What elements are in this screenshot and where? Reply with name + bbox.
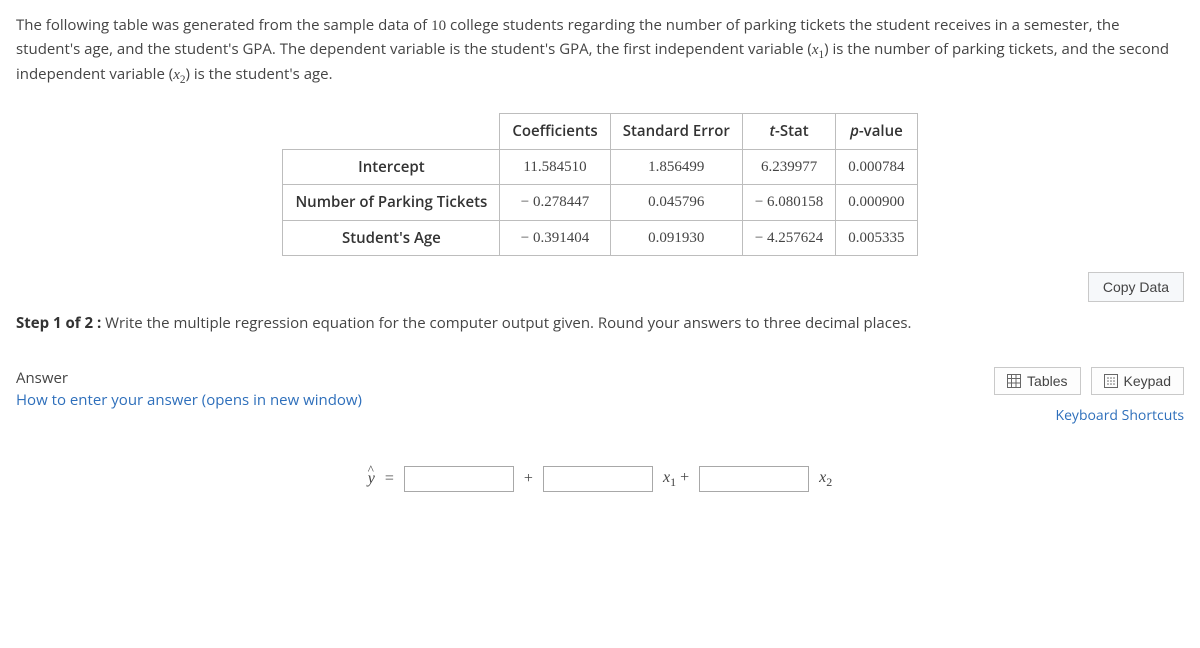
cell-coef: 11.584510 <box>500 149 610 185</box>
row-label-tickets: Number of Parking Tickets <box>283 185 500 221</box>
step-instruction: Step 1 of 2 : Write the multiple regress… <box>16 312 1184 335</box>
how-to-enter-link[interactable]: How to enter your answer (opens in new w… <box>16 389 362 412</box>
x1-coefficient-input[interactable] <box>543 466 653 492</box>
copy-data-button[interactable]: Copy Data <box>1088 272 1184 302</box>
keypad-button[interactable]: Keypad <box>1091 367 1184 395</box>
answer-label: Answer <box>16 367 362 390</box>
cell-pvalue: 0.005335 <box>836 220 917 256</box>
x1-term: x1 + <box>663 466 689 491</box>
cell-tstat: − 6.080158 <box>742 185 835 221</box>
cell-coef: − 0.278447 <box>500 185 610 221</box>
problem-statement: The following table was generated from t… <box>16 14 1184 89</box>
y-hat-symbol: ^ y <box>368 467 375 491</box>
cell-se: 1.856499 <box>610 149 742 185</box>
cell-se: 0.091930 <box>610 220 742 256</box>
equals-sign: = <box>385 467 394 491</box>
x2-term: x2 <box>819 466 832 491</box>
plus-sign-1: + <box>524 467 533 491</box>
table-icon <box>1007 374 1021 388</box>
intro-text-a: The following table was generated from t… <box>16 15 431 35</box>
regression-table: Coefficients Standard Error t-Stat p-val… <box>282 113 917 256</box>
x1-var-letter: x <box>812 42 819 58</box>
tables-button[interactable]: Tables <box>994 367 1080 395</box>
col-header-pvalue: p-value <box>836 114 917 150</box>
step-prefix: Step 1 of 2 : <box>16 313 101 333</box>
step-text: Write the multiple regression equation f… <box>101 313 911 333</box>
regression-equation: ^ y = + x1 + x2 <box>16 466 1184 492</box>
keypad-icon <box>1104 374 1118 388</box>
sample-size: 10 <box>431 18 446 34</box>
cell-tstat: − 4.257624 <box>742 220 835 256</box>
cell-pvalue: 0.000900 <box>836 185 917 221</box>
table-corner <box>283 114 500 150</box>
cell-coef: − 0.391404 <box>500 220 610 256</box>
x2-coefficient-input[interactable] <box>699 466 809 492</box>
keyboard-shortcuts-link[interactable]: Keyboard Shortcuts <box>1056 405 1185 426</box>
x2-var-letter: x <box>173 67 180 83</box>
col-header-standard-error: Standard Error <box>610 114 742 150</box>
col-header-tstat: t-Stat <box>742 114 835 150</box>
tables-button-label: Tables <box>1027 373 1067 389</box>
intercept-input[interactable] <box>404 466 514 492</box>
cell-se: 0.045796 <box>610 185 742 221</box>
cell-pvalue: 0.000784 <box>836 149 917 185</box>
table-row: Number of Parking Tickets − 0.278447 0.0… <box>283 185 917 221</box>
row-label-intercept: Intercept <box>283 149 500 185</box>
cell-tstat: 6.239977 <box>742 149 835 185</box>
table-row: Student's Age − 0.391404 0.091930 − 4.25… <box>283 220 917 256</box>
col-header-coefficients: Coefficients <box>500 114 610 150</box>
row-label-age: Student's Age <box>283 220 500 256</box>
intro-text-d: ) is the student's age. <box>186 64 333 84</box>
table-row: Intercept 11.584510 1.856499 6.239977 0.… <box>283 149 917 185</box>
keypad-button-label: Keypad <box>1124 373 1171 389</box>
